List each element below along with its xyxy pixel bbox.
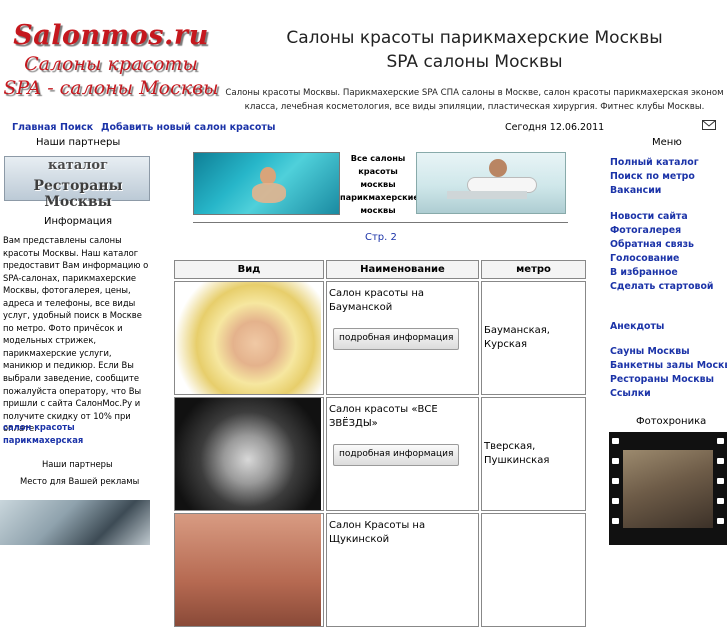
top-nav: Главная Поиск Добавить новый салон красо… (0, 118, 727, 148)
film-hole (717, 478, 724, 484)
film-hole (717, 458, 724, 464)
photo-chronicle-title: Фотохроника (636, 416, 707, 427)
table-header-row: Вид Наименование метро (174, 260, 586, 279)
metro-cell (481, 513, 586, 627)
beauty-salon-link[interactable]: салон красоты (3, 421, 75, 434)
site-description: Салоны красоты Москвы. Парикмахерские SP… (225, 88, 724, 112)
spa-photo[interactable] (416, 152, 566, 214)
menu-links[interactable]: Ссылки (610, 388, 651, 399)
menu-vacancies[interactable]: Вакансии (610, 185, 661, 196)
pool-photo[interactable] (193, 152, 340, 215)
salon-table: Вид Наименование метро Салон красоты на … (172, 258, 588, 629)
menu-restaurants[interactable]: Рестораны Москвы (610, 374, 714, 385)
nav-search-link[interactable]: Поиск (60, 122, 93, 133)
photo-chronicle-filmstrip[interactable] (609, 432, 727, 545)
salon-name[interactable]: Салон Красоты на Щукинской (329, 519, 476, 546)
menu-title: Меню (652, 137, 682, 148)
menu-make-homepage[interactable]: Сделать стартовой (610, 281, 713, 292)
page-title: Салоны красоты парикмахерские Москвы SPA… (222, 26, 727, 74)
table-row: Салон красоты «ВСЕ ЗВЁЗДЫ» подробная инф… (174, 397, 586, 511)
film-hole (717, 438, 724, 444)
salon-photo[interactable] (175, 282, 321, 394)
salon-photo-cell (174, 513, 324, 627)
film-hole (612, 458, 619, 464)
salon-name-cell: Салон Красоты на Щукинской (326, 513, 479, 627)
metro-cell: Тверская, Пушкинская (481, 397, 586, 511)
salon-photo[interactable] (175, 398, 321, 510)
film-hole (612, 438, 619, 444)
film-hole (717, 518, 724, 524)
salon-photo-cell (174, 397, 324, 511)
table-row: Салон красоты на Бауманской подробная ин… (174, 281, 586, 395)
salon-name[interactable]: Салон красоты на Бауманской (329, 287, 476, 314)
info-text: Вам представлены салоны красоты Москвы. … (3, 235, 149, 434)
details-button[interactable]: подробная информация (333, 328, 460, 350)
spa-person-head (489, 159, 507, 177)
salon-name-cell: Салон красоты на Бауманской подробная ин… (326, 281, 479, 395)
menu-metro-search[interactable]: Поиск по метро (610, 171, 695, 182)
menu-feedback[interactable]: Обратная связь (610, 239, 694, 250)
page-number-link[interactable]: Стр. 2 (365, 232, 397, 243)
page-title-line-1: Салоны красоты парикмахерские Москвы (286, 28, 663, 48)
page-title-line-2: SPA салоны Москвы (386, 52, 563, 72)
nav-add-salon-link[interactable]: Добавить новый салон красоты (101, 122, 276, 133)
banner-line-2: Рестораны Москвы (33, 178, 123, 210)
mail-icon[interactable] (702, 120, 716, 130)
table-row: Салон Красоты на Щукинской (174, 513, 586, 627)
salon-photo[interactable] (175, 514, 321, 626)
photo-chronicle-image[interactable] (623, 450, 713, 528)
col-header-view: Вид (174, 260, 324, 279)
metro-cell: Бауманская, Курская (481, 281, 586, 395)
current-date: Сегодня 12.06.2011 (505, 122, 605, 133)
col-header-metro: метро (481, 260, 586, 279)
menu-jokes[interactable]: Анекдоты (610, 321, 664, 332)
details-button[interactable]: подробная информация (333, 444, 460, 466)
menu-saunas[interactable]: Сауны Москвы (610, 346, 690, 357)
divider (193, 222, 568, 223)
menu-voting[interactable]: Голосование (610, 253, 679, 264)
promo-text[interactable]: Все салоны красоты москвы парикмахерские… (340, 152, 419, 217)
film-hole (612, 478, 619, 484)
logo-tagline-2: SPA - салоны Москвы (3, 77, 219, 99)
info-title: Информация (44, 216, 113, 227)
spa-bed (447, 191, 527, 199)
menu-banquet-halls[interactable]: Банкетны залы Москвы (610, 360, 727, 371)
partners-title-2: Наши партнеры (42, 459, 113, 469)
menu-favorites[interactable]: В избранное (610, 267, 678, 278)
ad-placeholder: Место для Вашей рекламы (20, 476, 140, 486)
salon-name[interactable]: Салон красоты «ВСЕ ЗВЁЗДЫ» (329, 403, 476, 430)
salon-name-cell: Салон красоты «ВСЕ ЗВЁЗДЫ» подробная инф… (326, 397, 479, 511)
logo-tagline-1: Салоны красоты (24, 53, 198, 75)
logo-domain: Salonmos.ru (13, 20, 209, 51)
menu-news[interactable]: Новости сайта (610, 211, 688, 222)
film-hole (612, 498, 619, 504)
menu-full-catalog[interactable]: Полный каталог (610, 157, 699, 168)
salon-photo-cell (174, 281, 324, 395)
film-hole (612, 518, 619, 524)
banner-line-1: каталог (47, 158, 109, 173)
barbershop-link[interactable]: парикмахерская (3, 434, 83, 447)
col-header-name: Наименование (326, 260, 479, 279)
nav-home-link[interactable]: Главная (12, 122, 57, 133)
swimmer-body (252, 183, 286, 203)
partners-title: Наши партнеры (36, 137, 121, 148)
partner-photo[interactable] (0, 500, 150, 545)
menu-gallery[interactable]: Фотогалерея (610, 225, 681, 236)
restaurants-catalog-banner[interactable]: каталог Рестораны Москвы (4, 156, 150, 210)
film-hole (717, 498, 724, 504)
site-logo[interactable]: Salonmos.ru Салоны красоты SPA - салоны … (0, 0, 222, 108)
